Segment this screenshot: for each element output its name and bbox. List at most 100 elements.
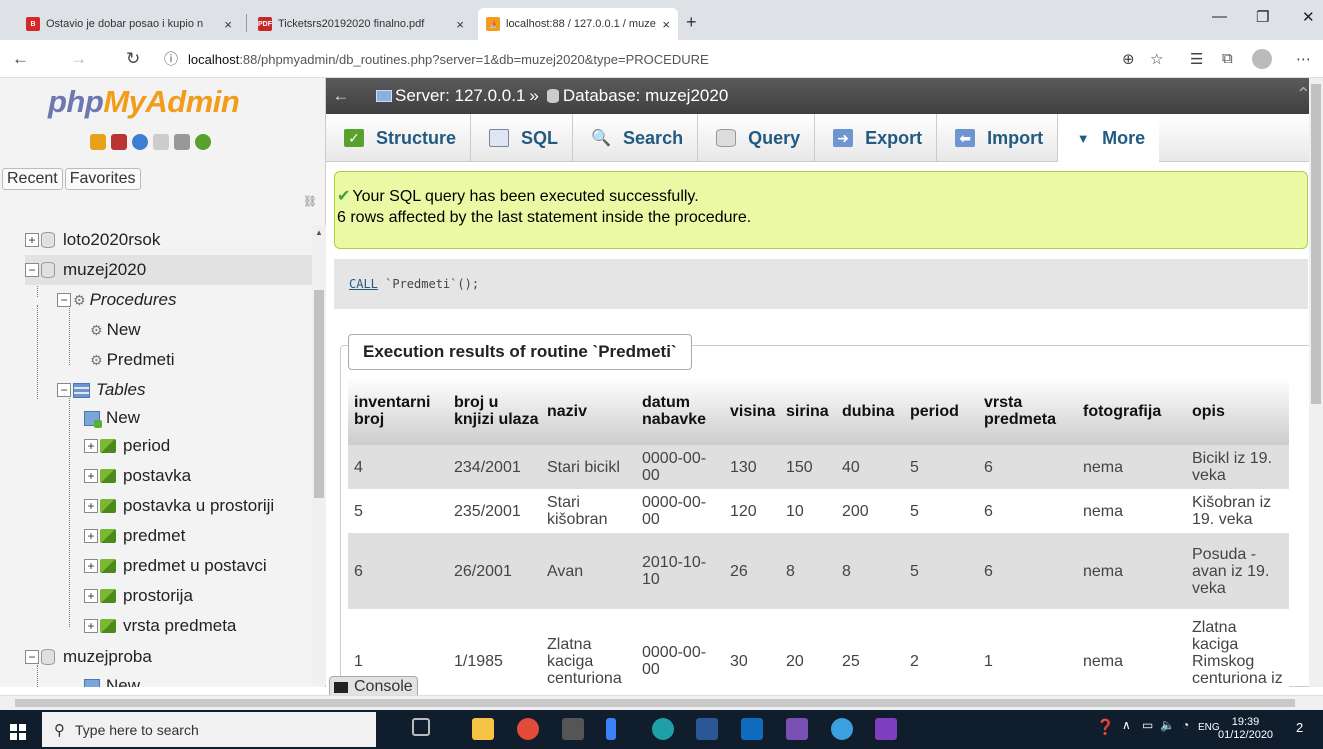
tab-query[interactable]: Query bbox=[698, 114, 816, 162]
table-row[interactable]: 6 26/2001 Avan 2010-10-10 26 8 8 5 6 nem… bbox=[348, 533, 1289, 609]
table-row[interactable]: 4 234/2001 Stari bicikl 0000-00-00 130 1… bbox=[348, 445, 1289, 489]
collections-icon[interactable]: ⧉ bbox=[1222, 50, 1233, 67]
page-scrollbar-thumb[interactable] bbox=[1311, 84, 1321, 404]
close-icon[interactable]: × bbox=[456, 17, 464, 32]
expand-icon[interactable]: + bbox=[84, 499, 98, 513]
word-icon[interactable] bbox=[696, 718, 718, 740]
phpmyadmin-logo[interactable]: phpMyAdmin bbox=[48, 84, 240, 120]
horizontal-scrollbar-thumb[interactable] bbox=[15, 699, 1295, 707]
column-header[interactable]: inventarni broj bbox=[348, 377, 448, 445]
tab-more[interactable]: ▼ More bbox=[1058, 114, 1160, 162]
chrome-icon[interactable] bbox=[517, 718, 539, 740]
scroll-up-arrow-icon[interactable]: ▲ bbox=[315, 228, 323, 237]
expand-icon[interactable]: + bbox=[84, 469, 98, 483]
tab-search[interactable]: 🔍 Search bbox=[573, 114, 699, 162]
favorites-button[interactable]: Favorites bbox=[64, 168, 141, 190]
expand-icon[interactable]: + bbox=[84, 559, 98, 573]
column-header[interactable]: dubina bbox=[836, 377, 904, 445]
tree-table-postavka[interactable]: + postavka bbox=[84, 461, 191, 491]
expand-icon[interactable]: + bbox=[84, 619, 98, 633]
expand-icon[interactable]: + bbox=[84, 439, 98, 453]
column-header[interactable]: fotografija bbox=[1077, 377, 1186, 445]
back-icon[interactable]: ← bbox=[12, 49, 29, 69]
mail-icon[interactable] bbox=[741, 718, 763, 740]
sidebar-scrollbar-thumb[interactable] bbox=[314, 290, 324, 498]
tab-import[interactable]: ⬅ Import bbox=[937, 114, 1059, 162]
more-options-icon[interactable]: ⋯ bbox=[1296, 50, 1311, 68]
tab-sql[interactable]: SQL bbox=[471, 114, 574, 162]
tree-procedure-predmeti[interactable]: ⚙ Predmeti bbox=[90, 345, 175, 375]
settings-gear-icon[interactable] bbox=[174, 134, 190, 150]
wifi-icon[interactable]: ◔ bbox=[1182, 718, 1189, 732]
tree-table-period[interactable]: + period bbox=[84, 431, 170, 461]
app-icon[interactable] bbox=[606, 718, 616, 740]
tree-table-new[interactable]: New bbox=[84, 403, 140, 433]
chevron-up-icon[interactable]: ∧ bbox=[1122, 718, 1131, 732]
tree-table-postavka-u-prostoriji[interactable]: + postavka u prostoriji bbox=[84, 491, 274, 521]
volume-icon[interactable]: 🔈 bbox=[1160, 718, 1175, 732]
collapse-icon[interactable]: − bbox=[25, 650, 39, 664]
column-header[interactable]: naziv bbox=[541, 377, 636, 445]
edge-icon[interactable] bbox=[652, 718, 674, 740]
forward-icon[interactable]: → bbox=[70, 49, 87, 69]
window-close-icon[interactable]: ✕ bbox=[1302, 8, 1315, 26]
app-icon[interactable] bbox=[831, 718, 853, 740]
clock[interactable]: 19:39 01/12/2020 bbox=[1218, 716, 1273, 742]
tree-table-predmet[interactable]: + predmet bbox=[84, 521, 185, 551]
sql-keyword-link[interactable]: CALL bbox=[349, 277, 378, 291]
column-header[interactable]: opis bbox=[1186, 377, 1289, 445]
tree-db-loto2020rsok[interactable]: + loto2020rsok bbox=[25, 225, 160, 255]
breadcrumb-server[interactable]: Server: 127.0.0.1 bbox=[395, 86, 525, 106]
close-icon[interactable]: × bbox=[224, 17, 232, 32]
tree-db-muzejproba[interactable]: − muzejproba bbox=[25, 642, 152, 672]
column-header[interactable]: period bbox=[904, 377, 978, 445]
expand-icon[interactable]: + bbox=[25, 233, 39, 247]
tree-table-predmet-u-postavci[interactable]: + predmet u postavci bbox=[84, 551, 267, 581]
column-header[interactable]: datum nabavke bbox=[636, 377, 724, 445]
favorite-star-icon[interactable]: ☆ bbox=[1150, 50, 1163, 68]
profile-avatar[interactable] bbox=[1252, 49, 1272, 69]
docs-icon[interactable] bbox=[153, 134, 169, 150]
tree-muzejproba-new[interactable]: New bbox=[84, 671, 140, 687]
column-header[interactable]: sirina bbox=[780, 377, 836, 445]
table-row[interactable]: 5 235/2001 Stari kišobran 0000-00-00 120… bbox=[348, 489, 1289, 533]
breadcrumb-database[interactable]: Database: muzej2020 bbox=[563, 86, 728, 106]
expand-icon[interactable]: + bbox=[84, 529, 98, 543]
column-header[interactable]: broj u knjizi ulaza bbox=[448, 377, 541, 445]
help-icon[interactable] bbox=[132, 134, 148, 150]
back-arrow-icon[interactable]: ← bbox=[326, 86, 356, 106]
expand-icon[interactable]: + bbox=[84, 589, 98, 603]
taskbar-search[interactable]: ⚲ Type here to search bbox=[42, 712, 376, 747]
new-tab-button[interactable]: + bbox=[686, 12, 697, 33]
link-icon[interactable]: ⛓ bbox=[303, 195, 317, 208]
close-icon[interactable]: × bbox=[662, 17, 670, 32]
tab-phpmyadmin[interactable]: ⛵ localhost:88 / 127.0.0.1 / muzej2( × bbox=[478, 8, 678, 40]
tree-procedure-new[interactable]: ⚙ New bbox=[90, 315, 141, 345]
recent-button[interactable]: Recent bbox=[2, 168, 63, 190]
language-indicator[interactable]: ENG bbox=[1198, 722, 1220, 733]
refresh-icon[interactable]: ↻ bbox=[126, 49, 140, 69]
task-view-icon[interactable] bbox=[412, 718, 430, 736]
visual-studio-icon[interactable] bbox=[786, 718, 808, 740]
zoom-icon[interactable]: ⊕ bbox=[1122, 50, 1135, 68]
tree-db-muzej2020[interactable]: − muzej2020 bbox=[25, 255, 313, 285]
notifications-icon[interactable]: 2 bbox=[1296, 720, 1303, 735]
restore-icon[interactable]: ❐ bbox=[1256, 8, 1269, 26]
windows-start-icon[interactable] bbox=[10, 724, 26, 740]
reload-icon[interactable] bbox=[195, 134, 211, 150]
collapse-icon[interactable]: − bbox=[57, 293, 71, 307]
file-explorer-icon[interactable] bbox=[472, 718, 494, 740]
battery-icon[interactable]: ▭ bbox=[1142, 718, 1153, 732]
tree-tables[interactable]: − Tables bbox=[57, 375, 145, 405]
tree-table-vrsta-predmeta[interactable]: + vrsta predmeta bbox=[84, 611, 236, 641]
address-bar[interactable]: ⓘ localhost:88/phpmyadmin/db_routines.ph… bbox=[164, 46, 1114, 72]
column-header[interactable]: vrsta predmeta bbox=[978, 377, 1077, 445]
table-row[interactable]: 1 1/1985 Zlatna kaciga centuriona 0000-0… bbox=[348, 609, 1289, 687]
column-header[interactable]: visina bbox=[724, 377, 780, 445]
home-icon[interactable] bbox=[90, 134, 106, 150]
tab-news[interactable]: B Ostavio je dobar posao i kupio n × bbox=[18, 8, 240, 40]
favorites-list-icon[interactable]: ☰ bbox=[1190, 50, 1203, 68]
tab-export[interactable]: ➜ Export bbox=[815, 114, 938, 162]
help-tray-icon[interactable]: ❓ bbox=[1096, 718, 1115, 736]
minimize-icon[interactable]: — bbox=[1212, 8, 1227, 25]
